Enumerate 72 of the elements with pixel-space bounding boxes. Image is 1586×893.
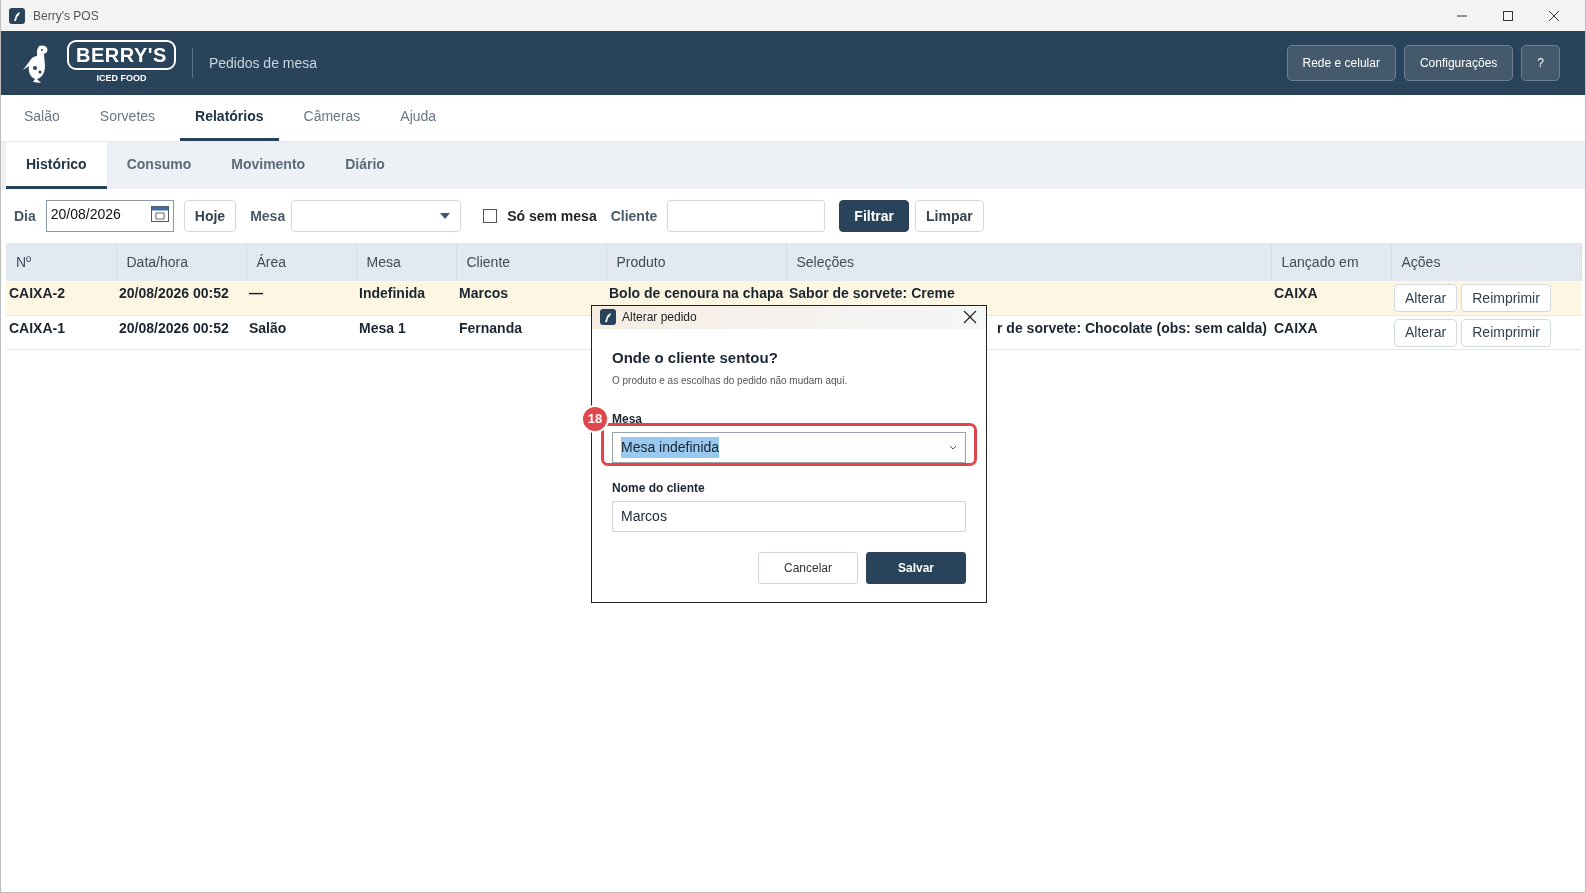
column-header: Mesa [356, 243, 456, 281]
date-value: 20/08/2026 [50, 205, 121, 224]
dropdown-caret-icon [440, 213, 451, 219]
checkbox-label: Só sem mesa [507, 206, 597, 226]
dialog-heading: Onde o cliente sentou? [612, 347, 779, 368]
logo-subtext: ICED FOOD [95, 72, 148, 86]
table-cell: Sabor de sorvete: Creme [789, 285, 955, 301]
table-cell: 20/08/2026 00:52 [119, 285, 229, 301]
table-cell: r de sorvete: Chocolate (obs: sem calda) [997, 319, 1267, 336]
header-button[interactable]: Configurações [1403, 45, 1514, 81]
filter-button[interactable]: Filtrar [839, 200, 910, 232]
column-header: Nº [6, 243, 116, 281]
table-cell: Fernanda [459, 319, 522, 336]
row-action-button[interactable]: Alterar [1394, 284, 1458, 312]
cancel-button[interactable]: Cancelar [758, 552, 858, 584]
main-tab[interactable]: Câmeras [288, 95, 376, 141]
table-cell: CAIXA-2 [9, 285, 65, 301]
app-icon [600, 309, 616, 326]
table-cell: Marcos [459, 285, 509, 301]
row-action-button[interactable]: Alterar [1394, 318, 1458, 347]
page-subtitle: Pedidos de mesa [208, 53, 318, 73]
close-icon [962, 309, 978, 326]
header-button[interactable]: ? [1521, 45, 1560, 81]
column-header: Seleções [786, 243, 1271, 281]
table-cell: Bolo de cenoura na chapa [609, 285, 784, 301]
sub-tab[interactable]: Consumo [106, 142, 212, 189]
sub-tab[interactable]: Diário [325, 142, 405, 189]
column-header: Ações [1391, 243, 1581, 281]
table-filter-label: Mesa [250, 206, 286, 226]
row-action-button[interactable]: Reimprimir [1461, 284, 1551, 312]
table-cell: CAIXA [1274, 319, 1318, 336]
table-cell: 20/08/2026 00:52 [119, 319, 229, 336]
table-cell: CAIXA [1274, 285, 1318, 301]
date-field[interactable]: 20/08/2026 [45, 200, 174, 232]
client-filter-label: Cliente [610, 206, 658, 226]
table-cell: Mesa 1 [359, 319, 406, 336]
clear-button[interactable]: Limpar [915, 200, 984, 232]
step-badge: 18 [581, 405, 609, 433]
column-header: Produto [606, 243, 786, 281]
field-label: Nome do cliente [612, 480, 706, 497]
calendar-icon[interactable] [150, 204, 169, 222]
main-tab[interactable]: Ajuda [385, 95, 452, 141]
column-header: Lançado em [1271, 243, 1391, 281]
field-label: Mesa [612, 411, 644, 428]
column-header: Área [246, 243, 356, 281]
window-title: Berry's POS [33, 7, 99, 25]
save-button[interactable]: Salvar [866, 552, 966, 584]
main-tab[interactable]: Salão [9, 95, 75, 141]
sub-tab[interactable]: Histórico [6, 142, 107, 189]
app-icon [9, 7, 25, 24]
sub-tab[interactable]: Movimento [211, 142, 326, 189]
checkbox[interactable] [483, 209, 498, 223]
dialog-title: Alterar pedido [622, 309, 697, 327]
client-name-field[interactable]: Marcos [612, 501, 966, 532]
column-header: Cliente [456, 243, 606, 281]
today-button[interactable]: Hoje [183, 200, 237, 232]
row-action-button[interactable]: Reimprimir [1461, 318, 1551, 347]
header-button[interactable]: Rede e celular [1286, 45, 1396, 81]
table-cell: Salão [249, 319, 287, 336]
table-cell: CAIXA-1 [9, 319, 65, 336]
close-button[interactable] [962, 309, 978, 326]
table-select[interactable]: Mesa indefinida [612, 432, 966, 463]
table-cell: Indefinida [359, 285, 426, 301]
column-header: Data/hora [116, 243, 246, 281]
day-label: Dia [14, 206, 36, 226]
dialog-note: O produto e as escolhas do pedido não mudam aqui. [612, 374, 849, 388]
selected-value: Mesa indefinida [621, 437, 720, 458]
client-input-field[interactable] [667, 200, 826, 232]
main-tab[interactable]: Sorvetes [84, 95, 171, 141]
chevron-down-icon [949, 445, 957, 450]
table-cell: — [249, 285, 263, 301]
logo-text: BERRY'S [67, 40, 176, 71]
